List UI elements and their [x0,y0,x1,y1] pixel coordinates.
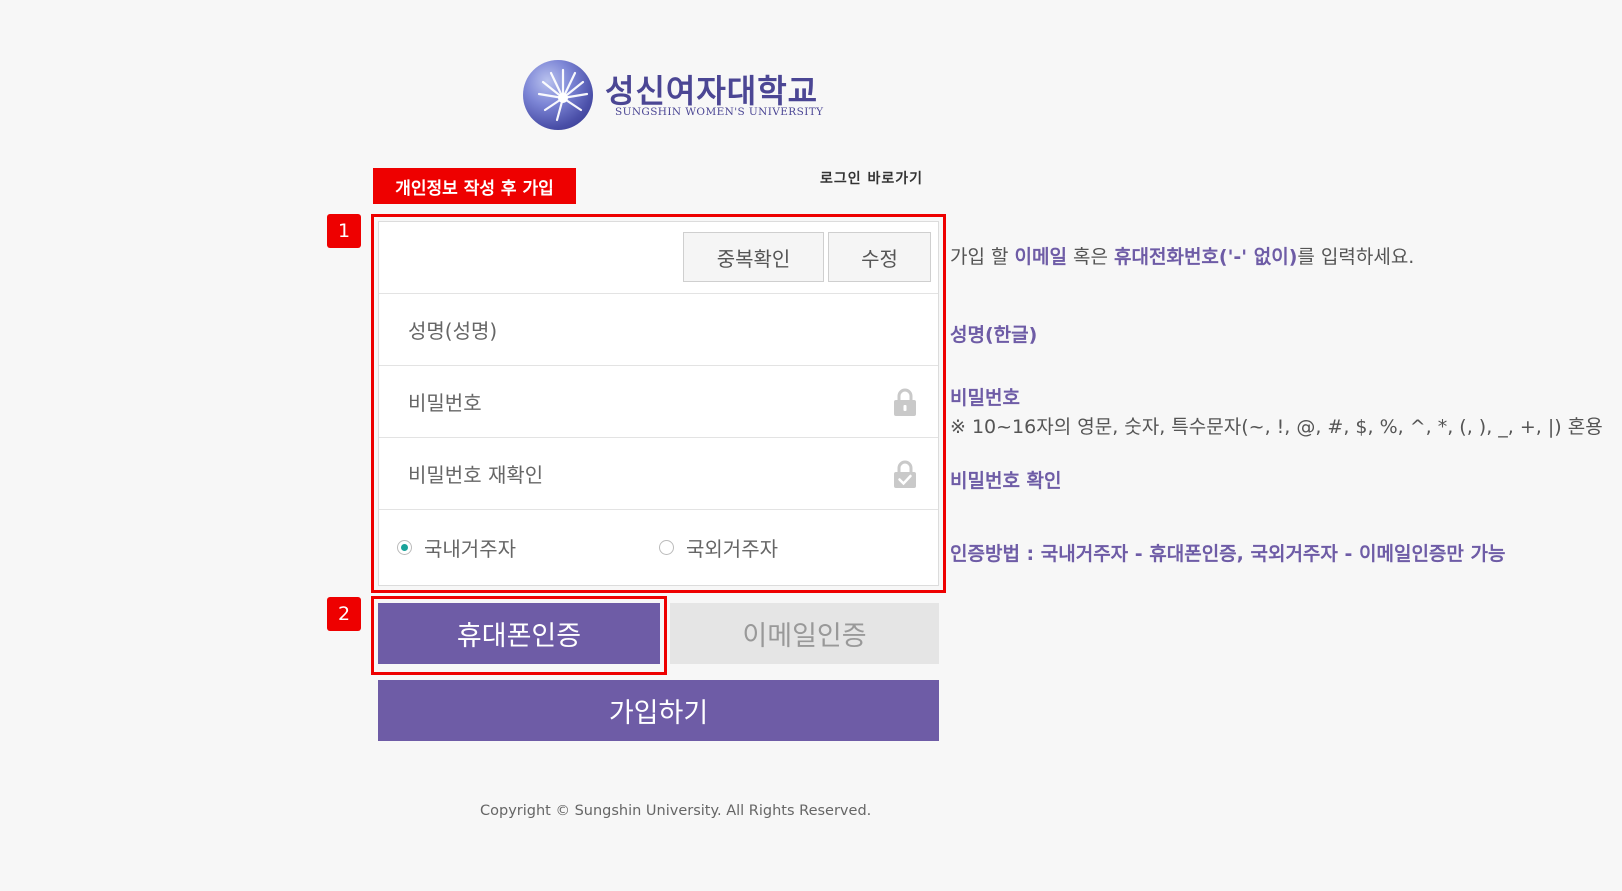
step-marker-2: 2 [327,597,361,631]
login-shortcut-link[interactable]: 로그인 바로가기 [820,168,923,188]
email-auth-button[interactable]: 이메일인증 [670,603,939,664]
edit-button[interactable]: 수정 [828,232,931,282]
overseas-resident-radio[interactable]: 국외거주자 [659,510,778,585]
copyright-text: Copyright © Sungshin University. All Rig… [480,803,872,819]
password-input[interactable]: 비밀번호 [408,366,482,437]
domestic-resident-radio[interactable]: 국내거주자 [397,510,516,585]
name-input[interactable]: 성명(성명) [408,294,497,365]
university-english-name: SUNGSHIN WOMEN'S UNIVERSITY [615,106,824,118]
help-id-phone: 휴대전화번호('-' 없이) [1114,246,1298,268]
university-logo: 성신여자대학교 SUNGSHIN WOMEN'S UNIVERSITY [523,60,823,132]
help-password-confirm: 비밀번호 확인 [950,466,1062,493]
duplicate-check-button[interactable]: 중복확인 [683,232,824,282]
help-id: 가입 할 이메일 혹은 휴대전화번호('-' 없이)를 입력하세요. [950,242,1414,269]
section-badge: 개인정보 작성 후 가입 [373,168,576,204]
help-id-text: 가입 할 [950,246,1015,268]
help-name-label: 성명(한글) [950,324,1038,346]
help-auth-method: 인증방법 : 국내거주자 - 휴대폰인증, 국외거주자 - 이메일인증만 가능 [950,539,1505,566]
help-name: 성명(한글) [950,320,1037,347]
radio-unselected-icon [659,540,674,555]
password-confirm-row[interactable]: 비밀번호 재확인 [379,438,938,510]
lock-check-icon [892,459,918,493]
residence-row: 국내거주자 국외거주자 [379,510,938,585]
step-marker-1: 1 [327,214,361,248]
help-id-text-2: 혹은 [1066,246,1115,268]
radio-selected-icon [397,540,412,555]
help-auth-method-label: 인증방법 : 국내거주자 - 휴대폰인증, 국외거주자 - 이메일인증만 가능 [950,543,1506,565]
overseas-resident-label: 국외거주자 [686,537,778,561]
help-id-email: 이메일 [1014,246,1067,268]
join-button[interactable]: 가입하기 [378,680,939,741]
help-password: 비밀번호 [950,383,1020,410]
password-confirm-input[interactable]: 비밀번호 재확인 [408,438,543,509]
university-emblem-icon [523,60,593,130]
help-id-text-3: 를 입력하세요. [1297,246,1415,268]
help-password-label: 비밀번호 [950,387,1020,409]
id-row: 중복확인 수정 [379,222,938,294]
help-password-confirm-label: 비밀번호 확인 [950,470,1062,492]
name-row[interactable]: 성명(성명) [379,294,938,366]
phone-auth-button[interactable]: 휴대폰인증 [378,603,660,664]
lock-icon [892,387,918,421]
domestic-resident-label: 국내거주자 [424,537,516,561]
help-password-rule: ※ 10~16자의 영문, 숫자, 특수문자(~, !, @, #, $, %,… [950,416,1603,438]
password-row[interactable]: 비밀번호 [379,366,938,438]
signup-form: 중복확인 수정 성명(성명) 비밀번호 비밀번호 재확인 국내거주자 국외거주자 [378,221,939,586]
